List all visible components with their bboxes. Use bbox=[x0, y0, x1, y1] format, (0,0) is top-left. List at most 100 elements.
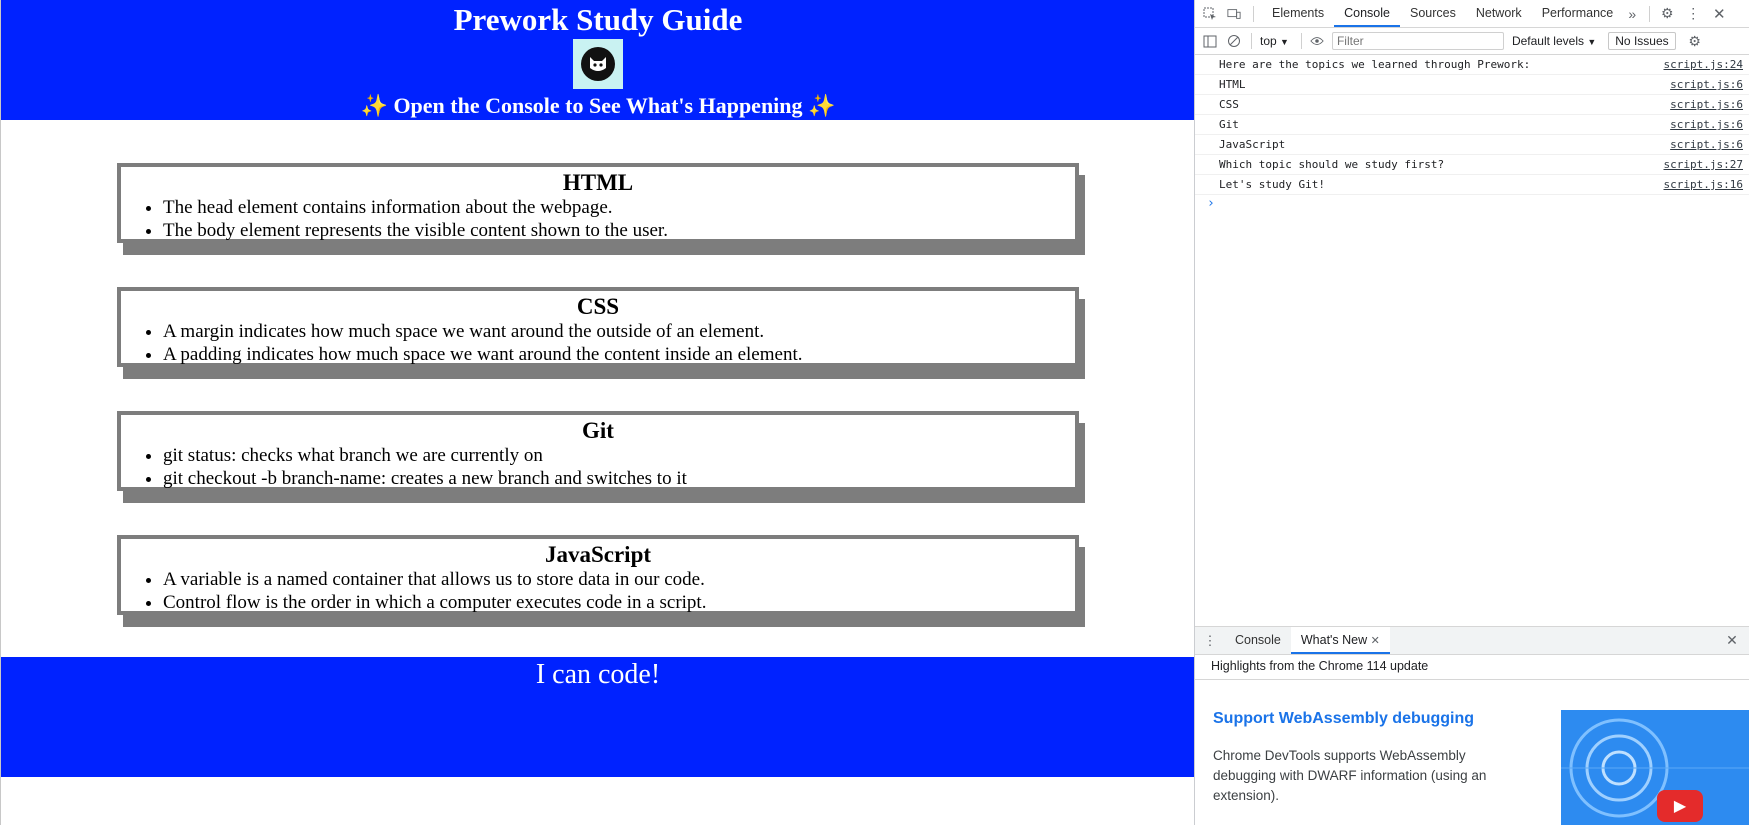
list-item: A padding indicates how much space we wa… bbox=[163, 343, 1075, 366]
close-icon[interactable]: ✕ bbox=[1712, 6, 1726, 23]
console-message: CSS script.js:6 bbox=[1195, 95, 1749, 115]
gear-icon[interactable]: ⚙ bbox=[1660, 5, 1674, 21]
feature-description: Chrome DevTools supports WebAssembly deb… bbox=[1213, 748, 1487, 803]
message-text: Which topic should we study first? bbox=[1219, 158, 1445, 171]
video-thumbnail[interactable]: ▶ bbox=[1561, 710, 1749, 825]
device-toolbar-icon[interactable] bbox=[1227, 7, 1241, 21]
context-label: top bbox=[1260, 34, 1277, 48]
devtools-tabbar: Elements Console Sources Network Perform… bbox=[1195, 0, 1749, 28]
card-list: A margin indicates how much space we wan… bbox=[121, 320, 1075, 366]
tab-label: What's New bbox=[1300, 633, 1368, 647]
console-message: JavaScript script.js:6 bbox=[1195, 135, 1749, 155]
tab-console[interactable]: Console bbox=[1334, 0, 1400, 27]
tab-network[interactable]: Network bbox=[1466, 0, 1532, 27]
message-text: Git bbox=[1219, 118, 1239, 131]
study-cards: HTML The head element contains informati… bbox=[117, 163, 1085, 659]
dropdown-arrow-icon: ▼ bbox=[1587, 37, 1597, 47]
eye-icon[interactable] bbox=[1310, 34, 1324, 48]
drawer-tab-console[interactable]: Console bbox=[1225, 627, 1291, 654]
divider bbox=[1649, 5, 1651, 22]
drawer-menu-icon[interactable]: ⋮ bbox=[1203, 633, 1217, 648]
card-list: git status: checks what branch we are cu… bbox=[121, 444, 1075, 490]
card-list: The head element contains information ab… bbox=[121, 196, 1075, 242]
card-html: HTML The head element contains informati… bbox=[117, 163, 1085, 255]
site-footer: I can code! bbox=[1, 657, 1194, 777]
more-tabs-icon[interactable]: » bbox=[1625, 6, 1639, 22]
list-item: Control flow is the order in which a com… bbox=[163, 591, 1075, 614]
card-box: Git git status: checks what branch we ar… bbox=[117, 411, 1079, 491]
issues-button[interactable]: No Issues bbox=[1608, 32, 1676, 50]
source-link[interactable]: script.js:24 bbox=[1664, 58, 1743, 71]
sparkle-icon: ✨ bbox=[360, 93, 388, 118]
console-prompt[interactable]: › bbox=[1195, 195, 1749, 213]
source-link[interactable]: script.js:6 bbox=[1670, 118, 1743, 131]
close-drawer-icon[interactable]: ✕ bbox=[1725, 632, 1739, 648]
dropdown-arrow-icon: ▼ bbox=[1280, 37, 1289, 47]
feature-title-link[interactable]: Support WebAssembly debugging bbox=[1213, 710, 1474, 728]
page-subtitle: ✨ Open the Console to See What's Happeni… bbox=[1, 93, 1194, 119]
webpage: Prework Study Guide ✨ Open the Console t… bbox=[0, 0, 1194, 825]
source-link[interactable]: script.js:6 bbox=[1670, 98, 1743, 111]
clear-console-icon[interactable] bbox=[1227, 34, 1241, 48]
log-levels-dropdown[interactable]: Default levels ▼ bbox=[1512, 34, 1596, 48]
console-message: Here are the topics we learned through P… bbox=[1195, 55, 1749, 75]
source-link[interactable]: script.js:27 bbox=[1664, 158, 1743, 171]
message-text: JavaScript bbox=[1219, 138, 1286, 151]
list-item: A variable is a named container that all… bbox=[163, 568, 1075, 591]
console-message: Which topic should we study first? script… bbox=[1195, 155, 1749, 175]
message-text: HTML bbox=[1219, 78, 1246, 91]
cat-logo-icon bbox=[581, 47, 615, 81]
context-selector[interactable]: top ▼ bbox=[1260, 34, 1289, 48]
inspect-element-icon[interactable] bbox=[1203, 7, 1217, 21]
tab-sources[interactable]: Sources bbox=[1400, 0, 1466, 27]
thumbnail-graphic-icon bbox=[1561, 718, 1749, 818]
divider bbox=[1300, 33, 1302, 49]
drawer-tab-whats-new[interactable]: What's New ✕ bbox=[1290, 627, 1390, 654]
card-title: CSS bbox=[576, 294, 620, 319]
drawer-tabbar: ⋮ Console What's New ✕ ✕ bbox=[1195, 626, 1749, 655]
card-box: HTML The head element contains informati… bbox=[117, 163, 1079, 243]
tab-elements[interactable]: Elements bbox=[1262, 0, 1334, 27]
message-text: Let's study Git! bbox=[1219, 178, 1325, 191]
console-output: Here are the topics we learned through P… bbox=[1195, 55, 1749, 213]
footer-text: I can code! bbox=[535, 659, 661, 690]
card-css: CSS A margin indicates how much space we… bbox=[117, 287, 1085, 379]
logo-image bbox=[573, 39, 623, 89]
card-list: A variable is a named container that all… bbox=[121, 568, 1075, 614]
site-header: Prework Study Guide ✨ Open the Console t… bbox=[1, 0, 1194, 120]
list-item: git checkout -b branch-name: creates a n… bbox=[163, 467, 1075, 490]
console-settings-gear-icon[interactable]: ⚙ bbox=[1688, 33, 1702, 49]
list-item: git status: checks what branch we are cu… bbox=[163, 444, 1075, 467]
source-link[interactable]: script.js:16 bbox=[1664, 178, 1743, 191]
console-message: Git script.js:6 bbox=[1195, 115, 1749, 135]
list-item: A margin indicates how much space we wan… bbox=[163, 320, 1075, 343]
youtube-play-icon: ▶ bbox=[1657, 790, 1703, 822]
message-text: CSS bbox=[1219, 98, 1239, 111]
card-git: Git git status: checks what branch we ar… bbox=[117, 411, 1085, 503]
subtitle-text: Open the Console to See What's Happening bbox=[393, 93, 803, 118]
divider bbox=[1251, 33, 1252, 49]
page-title: Prework Study Guide bbox=[453, 2, 743, 37]
card-title: JavaScript bbox=[544, 542, 652, 567]
prompt-chevron-icon: › bbox=[1207, 196, 1215, 211]
message-text: Here are the topics we learned through P… bbox=[1219, 58, 1531, 71]
close-tab-icon[interactable]: ✕ bbox=[1371, 635, 1380, 647]
divider bbox=[1253, 5, 1254, 22]
card-box: JavaScript A variable is a named contain… bbox=[117, 535, 1079, 615]
card-box: CSS A margin indicates how much space we… bbox=[117, 287, 1079, 367]
card-javascript: JavaScript A variable is a named contain… bbox=[117, 535, 1085, 627]
sidebar-toggle-icon[interactable] bbox=[1203, 34, 1217, 48]
source-link[interactable]: script.js:6 bbox=[1670, 138, 1743, 151]
devtools-panel: Elements Console Sources Network Perform… bbox=[1194, 0, 1749, 825]
filter-input[interactable] bbox=[1331, 32, 1504, 50]
source-link[interactable]: script.js:6 bbox=[1670, 78, 1743, 91]
kebab-menu-icon[interactable]: ⋮ bbox=[1686, 5, 1700, 21]
tab-performance[interactable]: Performance bbox=[1532, 0, 1624, 27]
whats-new-subtitle: Highlights from the Chrome 114 update bbox=[1195, 653, 1749, 680]
card-title: Git bbox=[582, 418, 614, 443]
card-title: HTML bbox=[562, 170, 634, 195]
console-message: HTML script.js:6 bbox=[1195, 75, 1749, 95]
list-item: The body element represents the visible … bbox=[163, 219, 1075, 242]
sparkle-icon: ✨ bbox=[808, 93, 836, 118]
list-item: The head element contains information ab… bbox=[163, 196, 1075, 219]
